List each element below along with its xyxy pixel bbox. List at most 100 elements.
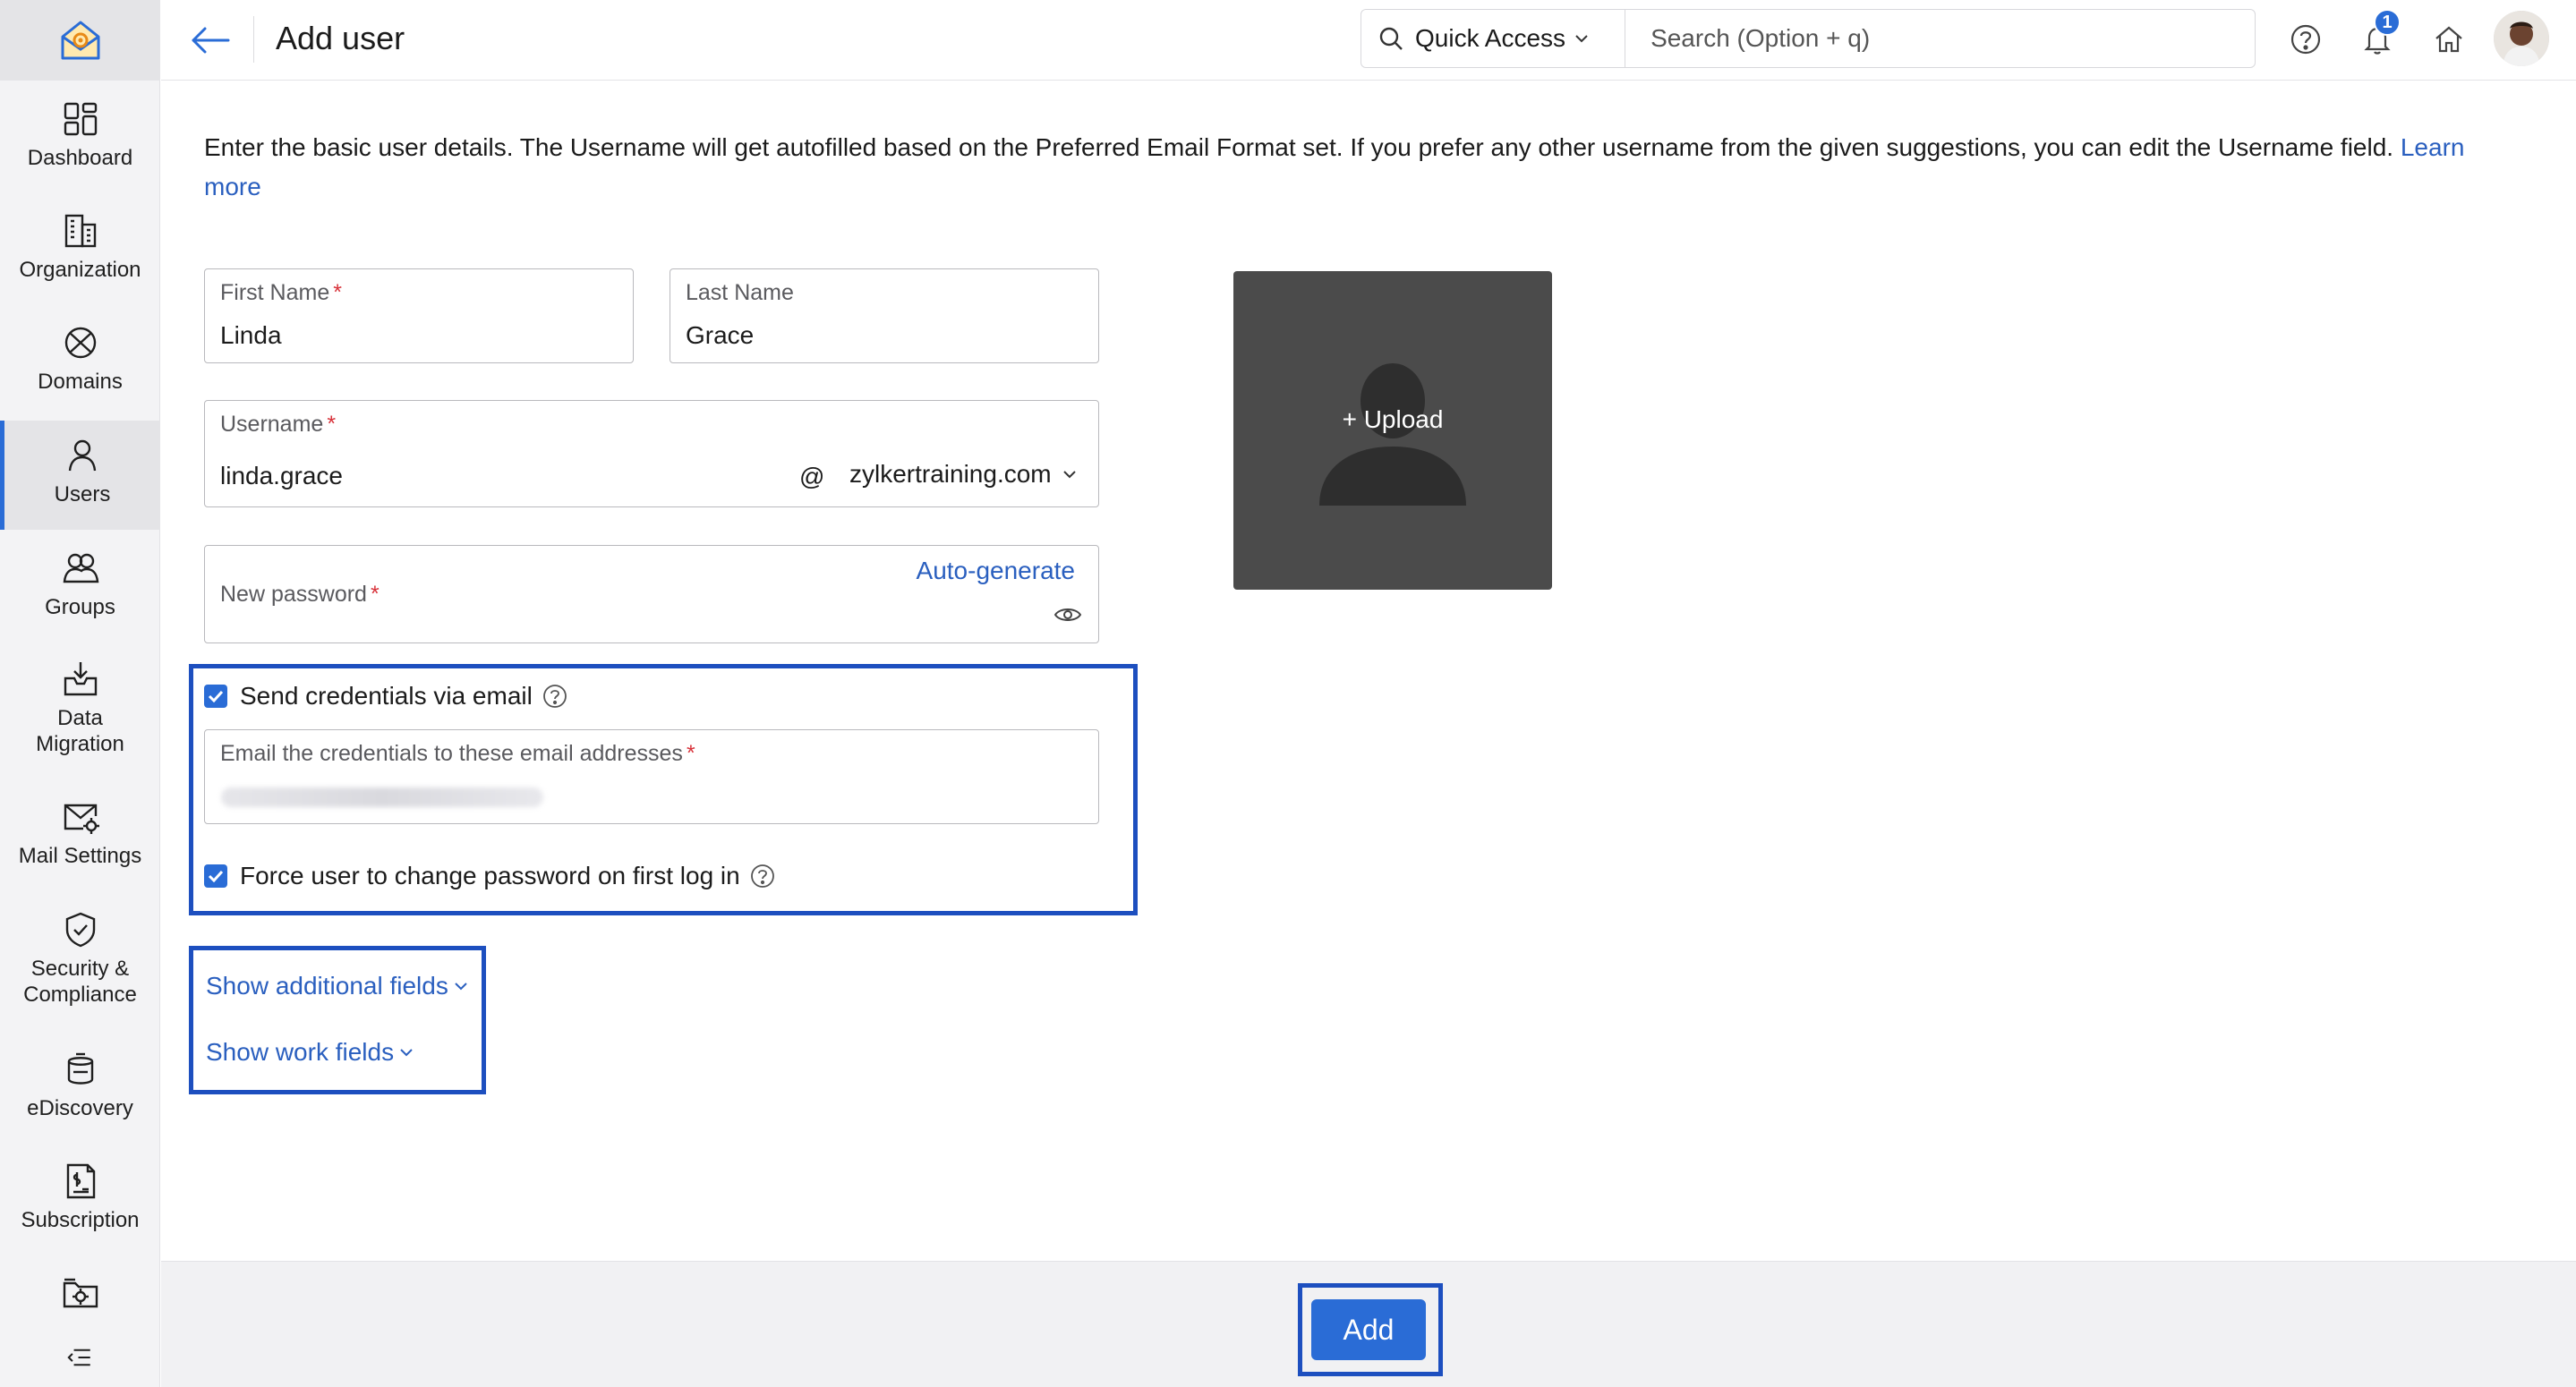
new-password-label: New password *: [220, 582, 380, 608]
mail-admin-logo-icon: [61, 21, 99, 60]
avatar[interactable]: [2494, 11, 2549, 66]
force-change-label: Force user to change password on first l…: [240, 862, 740, 889]
checkbox-checked[interactable]: [204, 864, 227, 888]
home-icon: [2435, 26, 2462, 53]
domain-value: zylkertraining.com: [849, 460, 1052, 488]
last-name-input[interactable]: [686, 321, 1079, 350]
required-asterisk: *: [333, 280, 342, 305]
page-title: Add user: [276, 20, 405, 56]
show-additional-fields-link[interactable]: Show additional fields: [206, 972, 468, 1000]
first-name-input[interactable]: [220, 321, 614, 350]
mail-settings-icon: [64, 804, 99, 834]
home-button[interactable]: [2429, 20, 2469, 59]
checkmark-icon: [208, 690, 224, 702]
photo-upload[interactable]: + Upload: [1233, 271, 1552, 590]
app-logo[interactable]: [0, 0, 160, 81]
data-migration-icon: [64, 662, 97, 696]
username-field[interactable]: Username* @ zylkertraining.com: [204, 400, 1099, 507]
eye-icon[interactable]: [1053, 605, 1082, 625]
ediscovery-icon: [67, 1052, 93, 1085]
intro-description: Enter the basic user details. The Userna…: [204, 133, 2401, 161]
domain-select[interactable]: zylkertraining.com: [849, 460, 1077, 489]
search-bar: Quick Access: [1361, 9, 2256, 68]
domains-icon: [64, 327, 96, 359]
organization-icon: [64, 214, 96, 248]
collapse-menu-icon: [66, 1349, 90, 1366]
show-work-fields-label: Show work fields: [206, 1038, 395, 1066]
auto-generate-link[interactable]: Auto-generate: [917, 557, 1075, 585]
quick-access-dropdown[interactable]: Quick Access: [1361, 10, 1626, 67]
show-work-fields-link[interactable]: Show work fields: [206, 1038, 414, 1067]
sidebar-item-groups[interactable]: Groups: [0, 548, 160, 620]
groups-icon: [63, 553, 98, 583]
chevron-down-icon: [400, 1049, 413, 1057]
credentials-email-label-text: Email the credentials to these email add…: [220, 741, 683, 766]
sidebar-item-label: Subscription: [21, 1208, 140, 1232]
help-button[interactable]: [2286, 20, 2325, 59]
search-input[interactable]: [1651, 24, 2188, 53]
search-icon: [1379, 27, 1403, 50]
chevron-down-icon: [455, 983, 467, 991]
sidebar-item-domains[interactable]: Domains: [0, 322, 160, 395]
sidebar-item-label: Users: [54, 482, 111, 506]
username-input[interactable]: [220, 462, 757, 490]
sidebar-item-users[interactable]: Users: [0, 421, 160, 530]
sidebar-item-label: Groups: [45, 595, 115, 619]
force-change-password-checkbox[interactable]: Force user to change password on first l…: [204, 862, 776, 890]
required-asterisk: *: [686, 741, 695, 766]
intro-text: Enter the basic user details. The Userna…: [204, 128, 2495, 207]
back-button[interactable]: [188, 18, 233, 63]
subscription-icon: [66, 1163, 95, 1199]
send-credentials-label: Send credentials via email: [240, 682, 533, 710]
user-avatar-icon: [2494, 11, 2549, 66]
sidebar-item-subscription[interactable]: Subscription: [0, 1161, 160, 1233]
show-fields-highlight: [189, 946, 486, 1094]
username-label: Username *: [220, 412, 336, 438]
last-name-field[interactable]: Last Name: [670, 268, 1099, 363]
add-button[interactable]: Add: [1311, 1299, 1426, 1360]
new-password-field[interactable]: New password * Auto-generate: [204, 545, 1099, 643]
arrow-left-icon: [192, 27, 230, 54]
required-asterisk: *: [370, 582, 380, 607]
help-icon[interactable]: [542, 683, 568, 710]
plus-icon: +: [1342, 405, 1364, 433]
chevron-down-icon: [1062, 471, 1076, 479]
dashboard-icon: [64, 102, 97, 136]
first-name-field[interactable]: First Name *: [204, 268, 634, 363]
sidebar-item-label: Data Migration: [36, 706, 124, 756]
collapse-sidebar-button[interactable]: [0, 1340, 160, 1380]
send-credentials-checkbox[interactable]: Send credentials via email: [204, 682, 568, 711]
user-icon: [68, 439, 97, 472]
at-symbol: @: [799, 463, 825, 490]
blurred-email-value: [221, 787, 543, 807]
help-icon[interactable]: [749, 863, 776, 889]
sidebar: Dashboard Organization Domains Users Gro…: [0, 0, 160, 1387]
sidebar-item-security-compliance[interactable]: Security & Compliance: [0, 909, 160, 1008]
first-name-label-text: First Name: [220, 280, 330, 305]
sidebar-item-label: Domains: [38, 370, 123, 394]
sidebar-item-organization[interactable]: Organization: [0, 210, 160, 283]
folder-settings-icon: [63, 1278, 98, 1308]
shield-icon: [65, 912, 95, 948]
sidebar-item-label: Security & Compliance: [23, 957, 137, 1007]
new-password-label-text: New password: [220, 582, 367, 607]
show-additional-fields-label: Show additional fields: [206, 972, 448, 1000]
sidebar-item-dashboard[interactable]: Dashboard: [0, 98, 160, 171]
first-name-label: First Name *: [220, 280, 342, 306]
sidebar-item-ediscovery[interactable]: eDiscovery: [0, 1049, 160, 1121]
credentials-email-field[interactable]: Email the credentials to these email add…: [204, 729, 1099, 824]
last-name-label: Last Name: [686, 280, 794, 305]
sidebar-item-mail-settings[interactable]: Mail Settings: [0, 796, 160, 869]
sidebar-item-label: Dashboard: [27, 146, 133, 170]
notification-badge: 1: [2374, 9, 2401, 36]
sidebar-item-label: Mail Settings: [18, 844, 142, 868]
sidebar-item-label: Organization: [19, 258, 141, 282]
required-asterisk: *: [327, 412, 337, 437]
sidebar-item-data-migration[interactable]: Data Migration: [0, 659, 160, 757]
checkbox-checked[interactable]: [204, 685, 227, 708]
sidebar-item-label: eDiscovery: [27, 1096, 133, 1120]
sidebar-item-folder-settings[interactable]: [0, 1272, 160, 1319]
chevron-down-icon: [1575, 35, 1588, 43]
top-header: Add user Quick Access 1: [161, 0, 2576, 81]
help-icon: [2290, 24, 2321, 55]
